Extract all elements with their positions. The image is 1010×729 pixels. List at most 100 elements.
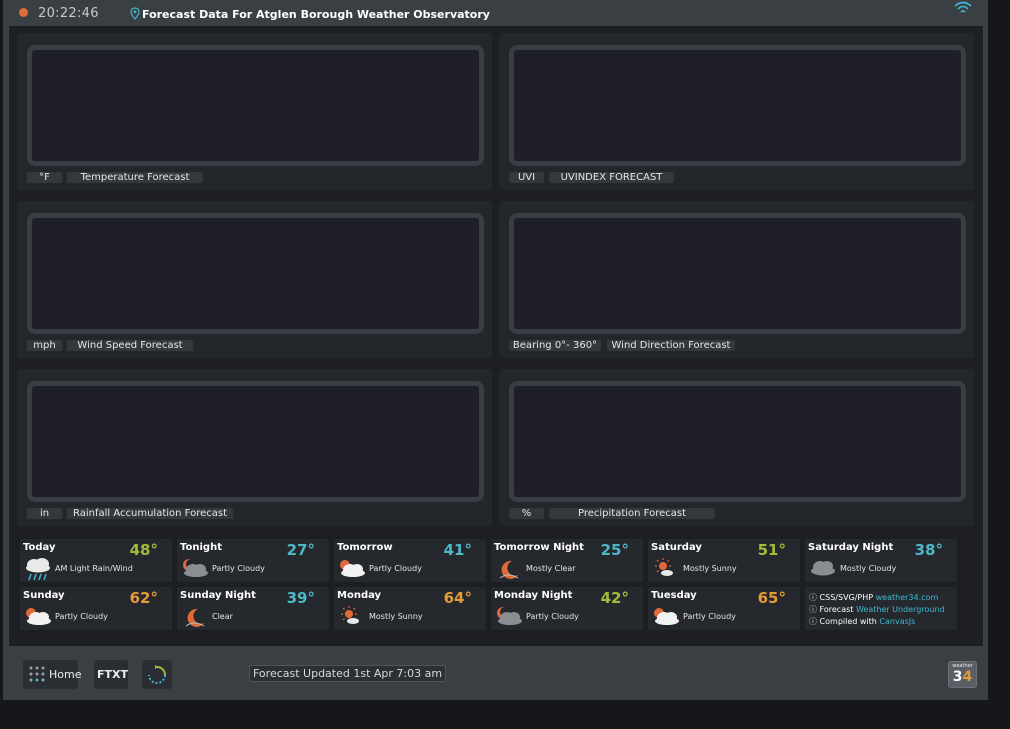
panel-title-label: Wind Direction Forecast [607, 340, 735, 351]
panel-unit-label: UVI [509, 172, 544, 183]
canvasjs-link[interactable]: CanvasJs [879, 617, 915, 626]
refresh-icon [148, 665, 166, 685]
rainfall-chart [27, 381, 484, 502]
grid-menu-icon [29, 666, 45, 682]
credit-line: ⓘ CSS/SVG/PHP weather34.com [809, 592, 938, 603]
forecast-temp: 62° [129, 589, 158, 607]
credits-card: ⓘ CSS/SVG/PHP weather34.com ⓘ Forecast W… [804, 586, 958, 631]
forecast-condition: Mostly Sunny [683, 564, 737, 573]
forecast-temp: 51° [757, 541, 786, 559]
home-button[interactable]: Home [23, 660, 82, 689]
forecast-period: Saturday Night [808, 542, 894, 553]
forecast-updated-status: Forecast Updated 1st Apr 7:03 am [249, 665, 447, 682]
precipitation-forecast-panel: % Precipitation Forecast [499, 369, 974, 526]
page-title: Forecast Data For Atglen Borough Weather… [142, 8, 490, 21]
forecast-temp: 42° [600, 589, 629, 607]
forecast-condition: Mostly Cloudy [840, 564, 897, 573]
clock: 20:22:46 [38, 6, 99, 21]
logo-number: 34 [952, 669, 973, 685]
clear-night-icon [499, 560, 519, 579]
forecast-card-tomorrow: Tomorrow 41° Partly Cloudy [333, 538, 487, 583]
forecast-card-tuesday: Tuesday 65° Partly Cloudy [647, 586, 801, 631]
panel-title-label: UVINDEX FORECAST [549, 172, 674, 183]
forecast-condition: Partly Cloudy [683, 612, 736, 621]
mostly-cloudy-night-icon [811, 561, 835, 576]
forecast-grid: Today 48° AM Light Rain/Wind Tonight 27° [19, 538, 973, 636]
forecast-card-saturday-night: Saturday Night 38° Mostly Cloudy [804, 538, 958, 583]
forecast-temp: 25° [600, 541, 629, 559]
forecast-card-sunday-night: Sunday Night 39° Clear [176, 586, 330, 631]
forecast-condition: Partly Cloudy [212, 564, 265, 573]
credit-prefix: Compiled with [819, 617, 877, 626]
location-pin-icon [130, 7, 140, 20]
status-dot [19, 8, 28, 17]
refresh-button[interactable] [142, 660, 172, 689]
forecast-card-monday: Monday 64° Mostly Sunny [333, 586, 487, 631]
rainfall-forecast-panel: in Rainfall Accumulation Forecast [17, 369, 492, 526]
partly-cloudy-night-icon [183, 559, 208, 577]
bottom-bar: Home FTXT Forecast Updated 1st Apr 7:03 … [3, 650, 988, 700]
precipitation-chart [509, 381, 966, 502]
forecast-card-today: Today 48° AM Light Rain/Wind [19, 538, 173, 583]
forecast-period: Tuesday [651, 590, 697, 601]
mostly-sunny-icon [655, 558, 673, 576]
clear-night-icon [185, 608, 205, 627]
ftxt-label: FTXT [97, 668, 129, 681]
partly-cloudy-night-icon [497, 607, 522, 625]
forecast-condition: Partly Cloudy [369, 564, 422, 573]
wind-speed-forecast-panel: mph Wind Speed Forecast [17, 201, 492, 358]
forecast-card-tonight: Tonight 27° Partly Cloudy [176, 538, 330, 583]
forecast-period: Tomorrow Night [494, 542, 584, 553]
top-bar: 20:22:46 Forecast Data For Atglen Boroug… [3, 0, 988, 26]
forecast-period: Sunday Night [180, 590, 256, 601]
forecast-condition: Clear [212, 612, 233, 621]
weather-underground-link[interactable]: Weather Underground [856, 605, 945, 614]
forecast-card-saturday: Saturday 51° Mostly Sunny [647, 538, 801, 583]
panel-unit-label: mph [27, 340, 62, 351]
weather34-link[interactable]: weather34.com [876, 593, 939, 602]
partly-cloudy-day-icon [340, 560, 365, 577]
forecast-period: Saturday [651, 542, 702, 553]
uvindex-forecast-panel: UVI UVINDEX FORECAST [499, 33, 974, 190]
panel-unit-label: °F [27, 172, 62, 183]
rain-cloud-icon [26, 558, 50, 581]
temperature-chart [27, 45, 484, 166]
forecast-temp: 39° [286, 589, 315, 607]
temperature-forecast-panel: °F Temperature Forecast [17, 33, 492, 190]
home-label: Home [49, 668, 82, 681]
forecast-temp: 65° [757, 589, 786, 607]
credit-line: ⓘ Forecast Weather Underground [809, 604, 945, 615]
forecast-period: Tomorrow [337, 542, 393, 553]
forecast-period: Tonight [180, 542, 222, 553]
forecast-condition: Mostly Sunny [369, 612, 423, 621]
forecast-card-sunday: Sunday 62° Partly Cloudy [19, 586, 173, 631]
forecast-temp: 48° [129, 541, 158, 559]
app-window: 20:22:46 Forecast Data For Atglen Boroug… [3, 0, 988, 700]
info-icon: ⓘ [809, 593, 817, 602]
info-icon: ⓘ [809, 605, 817, 614]
forecast-period: Sunday [23, 590, 65, 601]
credit-prefix: Forecast [819, 605, 854, 614]
wind-speed-chart [27, 213, 484, 334]
partly-cloudy-day-icon [26, 608, 51, 625]
forecast-period: Monday [337, 590, 382, 601]
ftxt-button[interactable]: FTXT [94, 660, 128, 689]
forecast-temp: 64° [443, 589, 472, 607]
panel-unit-label: Bearing 0°- 360° [509, 340, 601, 351]
forecast-temp: 41° [443, 541, 472, 559]
forecast-temp: 27° [286, 541, 315, 559]
info-icon: ⓘ [809, 617, 817, 626]
panel-title-label: Wind Speed Forecast [67, 340, 193, 351]
panel-title-label: Precipitation Forecast [549, 508, 715, 519]
forecast-card-monday-night: Monday Night 42° Partly Cloudy [490, 586, 644, 631]
wind-direction-forecast-panel: Bearing 0°- 360° Wind Direction Forecast [499, 201, 974, 358]
forecast-period: Monday Night [494, 590, 573, 601]
forecast-period: Today [23, 542, 56, 553]
forecast-card-tomorrow-night: Tomorrow Night 25° Mostly Clear [490, 538, 644, 583]
forecast-temp: 38° [914, 541, 943, 559]
credit-line: ⓘ Compiled with CanvasJs [809, 616, 915, 627]
partly-cloudy-day-icon [654, 608, 679, 625]
forecast-condition: Mostly Clear [526, 564, 576, 573]
forecast-condition: AM Light Rain/Wind [55, 564, 133, 573]
weather34-logo[interactable]: weather 34 [948, 661, 977, 688]
